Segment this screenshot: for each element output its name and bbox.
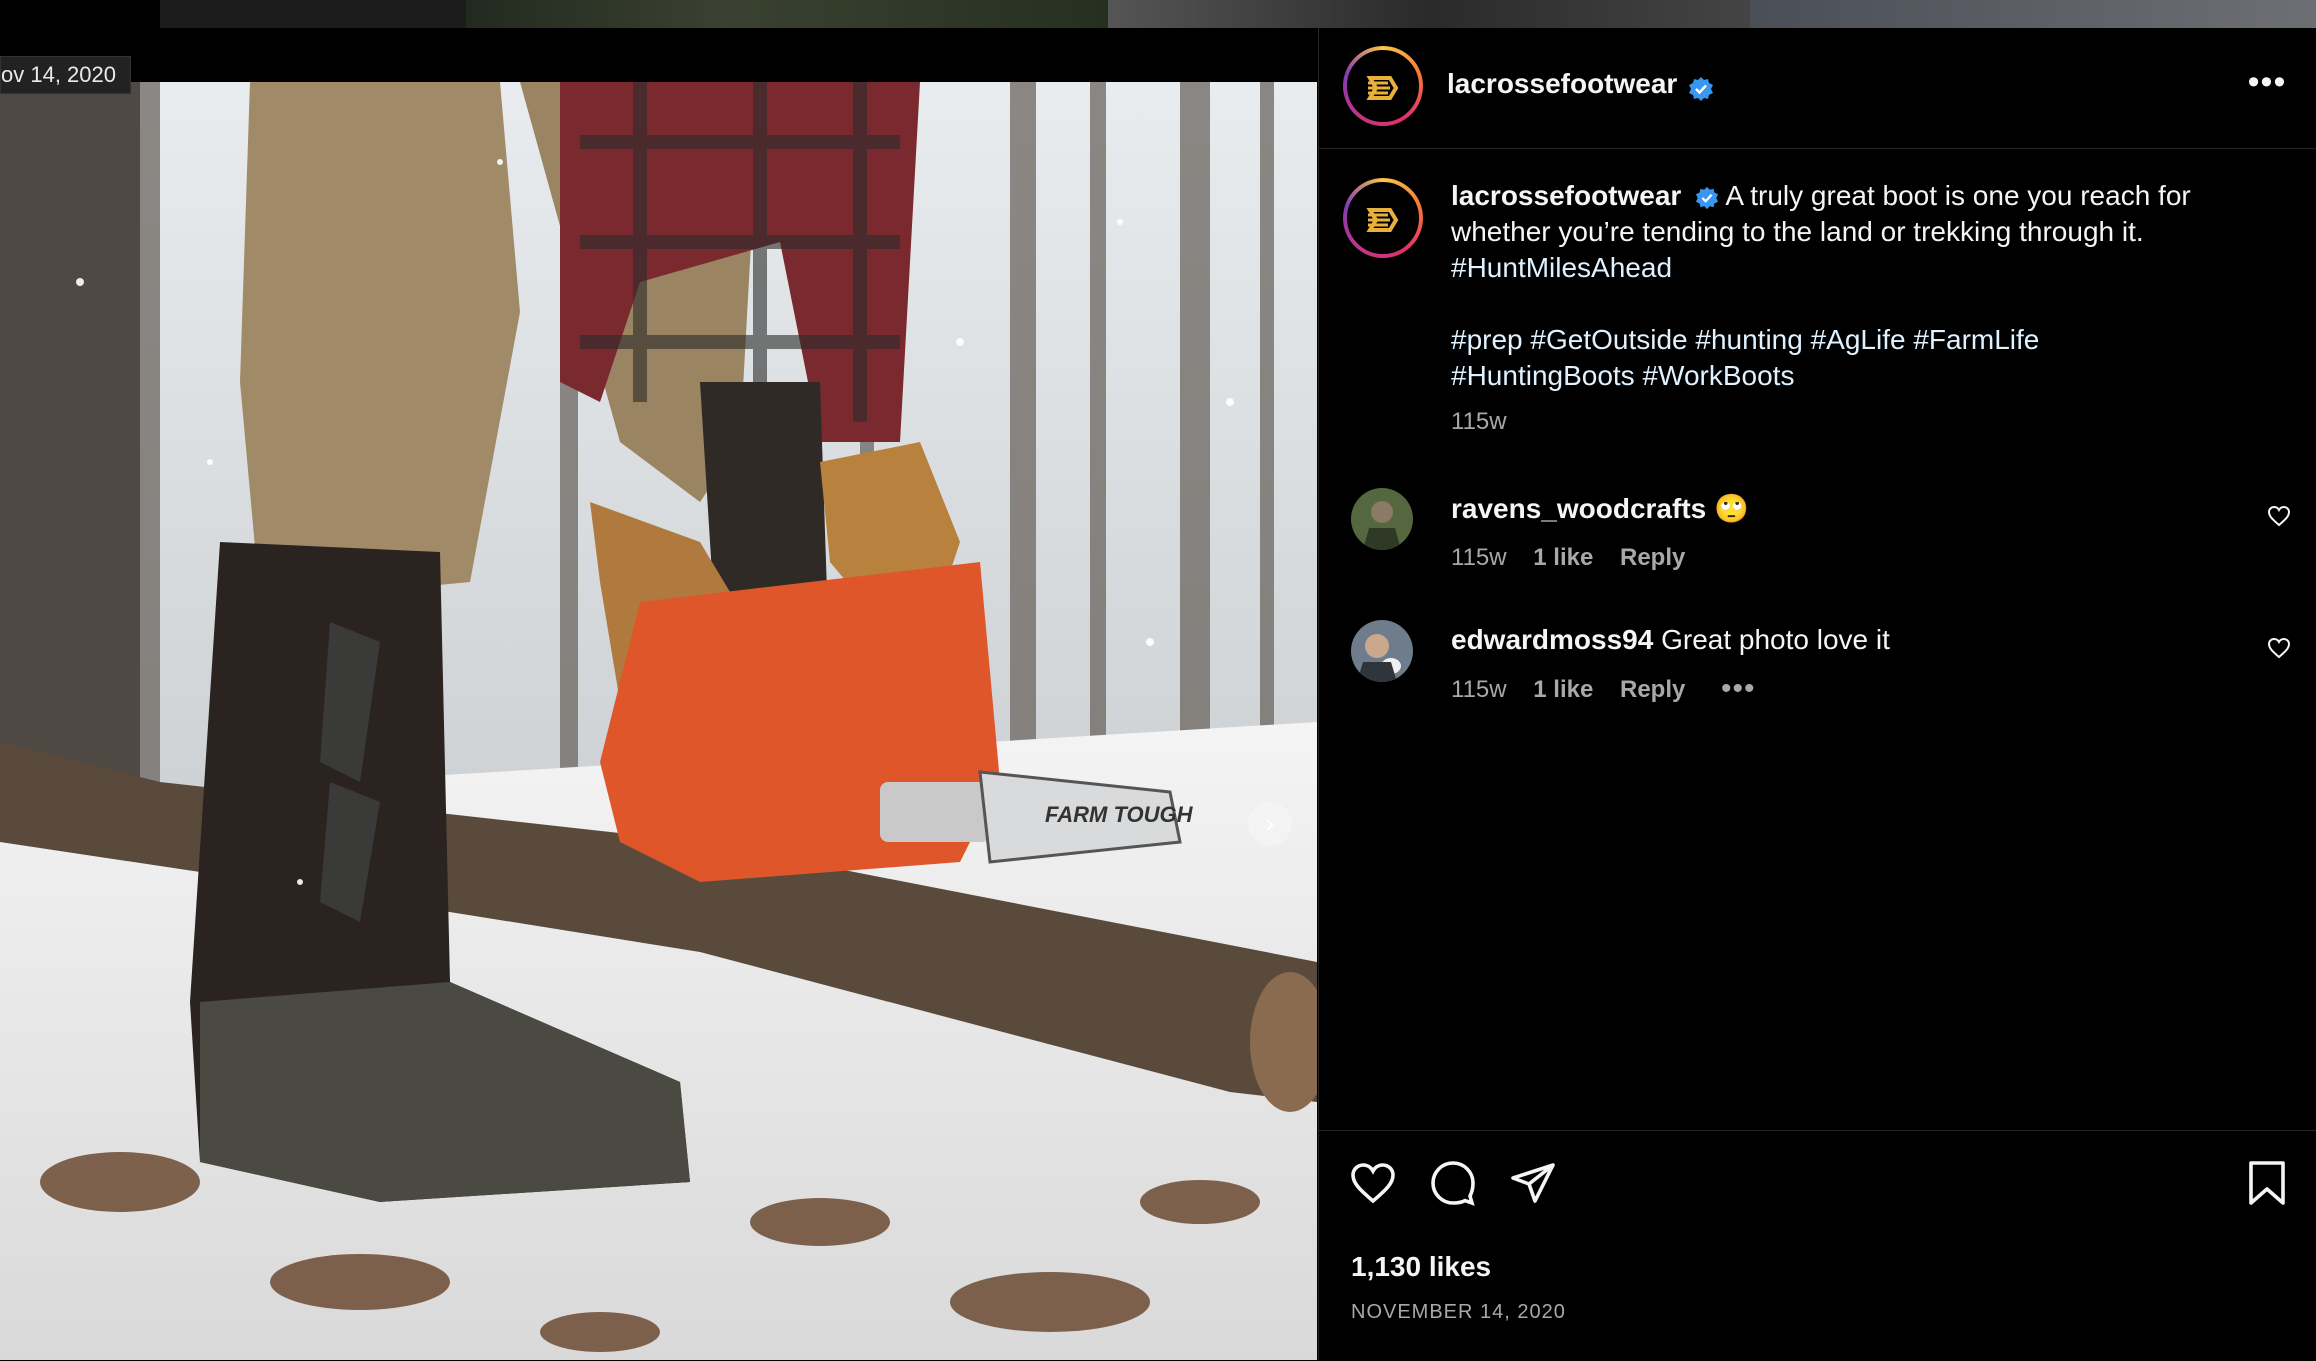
caption-hashtags[interactable]: #HuntingBoots #WorkBoots bbox=[1451, 358, 2271, 394]
more-options-icon[interactable]: ••• bbox=[2247, 65, 2287, 102]
header-author: lacrossefootwear bbox=[1447, 68, 1714, 102]
post-photo[interactable]: FARM TOUGH › bbox=[0, 82, 1317, 1360]
commenter-username[interactable]: ravens_woodcrafts bbox=[1451, 493, 1706, 524]
comment-meta: 115w 1 like Reply ••• bbox=[1451, 672, 1755, 705]
avatar-image bbox=[1351, 620, 1413, 682]
heart-icon[interactable] bbox=[1349, 1159, 1397, 1207]
commenter-avatar[interactable] bbox=[1351, 488, 1413, 550]
author-avatar[interactable] bbox=[1343, 46, 1423, 126]
comment-meta: 115w 1 like Reply bbox=[1451, 544, 1705, 572]
comment-likes[interactable]: 1 like bbox=[1533, 676, 1593, 703]
comment-time[interactable]: 115w bbox=[1451, 544, 1507, 571]
heart-icon[interactable] bbox=[2267, 504, 2291, 528]
thumbnail-strip bbox=[0, 0, 2316, 28]
heart-icon[interactable] bbox=[2267, 636, 2291, 660]
post-header: lacrossefootwear ••• bbox=[1319, 28, 2316, 149]
caption-text: lacrossefootwear A truly great boot is o… bbox=[1451, 178, 2271, 394]
author-username[interactable]: lacrossefootwear bbox=[1447, 68, 1677, 99]
lacrosse-logo-icon bbox=[1366, 208, 1399, 232]
post-date[interactable]: NOVEMBER 14, 2020 bbox=[1351, 1301, 1566, 1324]
commenter-avatar[interactable] bbox=[1351, 620, 1413, 682]
comment-more-options-icon[interactable]: ••• bbox=[1721, 672, 1756, 706]
thumbnail[interactable] bbox=[1108, 0, 1750, 28]
lacrosse-logo-icon bbox=[1366, 76, 1399, 100]
comment-line: edwardmoss94 Great photo love it bbox=[1451, 624, 1890, 656]
action-bar: 1,130 likes NOVEMBER 14, 2020 bbox=[1319, 1130, 2316, 1361]
caption-line: A truly great boot is one you reach for bbox=[1725, 180, 2191, 211]
paper-plane-icon[interactable] bbox=[1509, 1159, 1557, 1207]
like-count[interactable]: 1,130 likes bbox=[1351, 1251, 1491, 1283]
comment-time[interactable]: 115w bbox=[1451, 676, 1507, 703]
thumbnail[interactable] bbox=[466, 0, 1108, 28]
verified-badge-icon bbox=[1696, 186, 1719, 209]
date-overlay: ov 14, 2020 bbox=[0, 56, 131, 94]
post-detail-panel: lacrossefootwear ••• lacrossefootwear A … bbox=[1318, 28, 2316, 1360]
thumbnail[interactable] bbox=[1750, 0, 2316, 28]
caption-author-avatar[interactable] bbox=[1343, 178, 1423, 258]
comment-item: ravens_woodcrafts 🙄 115w 1 like Reply bbox=[1319, 488, 2316, 598]
svg-text:FARM TOUGH: FARM TOUGH bbox=[1045, 802, 1194, 827]
commenter-username[interactable]: edwardmoss94 bbox=[1451, 624, 1653, 655]
verified-badge-icon bbox=[1688, 76, 1713, 101]
comment-text: 🙄 bbox=[1714, 493, 1749, 524]
comment-likes[interactable]: 1 like bbox=[1533, 544, 1593, 571]
reply-button[interactable]: Reply bbox=[1620, 676, 1685, 703]
comment-bubble-icon[interactable] bbox=[1429, 1159, 1477, 1207]
bookmark-icon[interactable] bbox=[2245, 1159, 2289, 1207]
caption-username[interactable]: lacrossefootwear bbox=[1451, 180, 1681, 211]
caption-hashtags[interactable]: #prep #GetOutside #hunting #AgLife #Farm… bbox=[1451, 322, 2271, 358]
caption-hashtag[interactable]: #HuntMilesAhead bbox=[1451, 250, 2271, 286]
comment-text: Great photo love it bbox=[1661, 624, 1890, 655]
comment-item: edwardmoss94 Great photo love it 115w 1 … bbox=[1319, 620, 2316, 730]
reply-button[interactable]: Reply bbox=[1620, 544, 1685, 571]
caption-line: whether you’re tending to the land or tr… bbox=[1451, 216, 2144, 247]
photo-illustration: FARM TOUGH bbox=[0, 82, 1317, 1360]
avatar-image bbox=[1351, 488, 1413, 550]
next-image-button[interactable]: › bbox=[1248, 802, 1292, 846]
comment-line: ravens_woodcrafts 🙄 bbox=[1451, 492, 1749, 525]
caption-timestamp[interactable]: 115w bbox=[1451, 408, 1507, 436]
thumbnail[interactable] bbox=[160, 0, 466, 28]
